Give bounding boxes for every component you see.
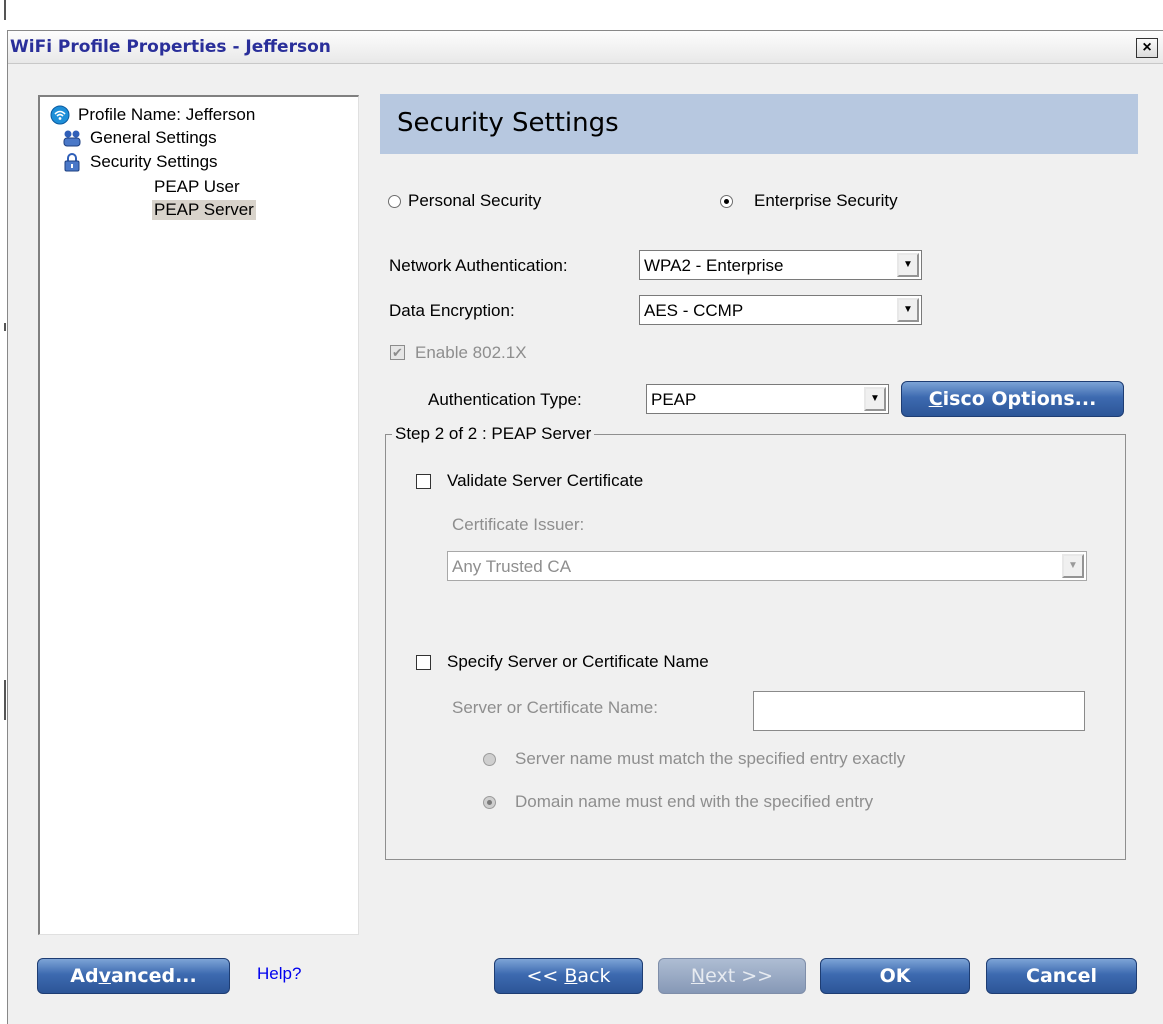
server-name-label: Server or Certificate Name: [452,698,658,717]
cert-issuer-label: Certificate Issuer: [452,515,585,534]
data-encryption-select[interactable]: AES - CCMP ▼ [639,295,922,325]
tree-item-general-settings[interactable]: General Settings [90,128,217,148]
advanced-label-start: Ad [70,965,99,987]
dropdown-arrow-icon[interactable]: ▼ [897,253,919,277]
cisco-options-label: isco Options... [942,388,1097,410]
lock-icon [64,153,80,172]
auth-type-select[interactable]: PEAP ▼ [646,384,889,414]
next-accesskey: N [690,965,706,987]
match-exact-label: Server name must match the specified ent… [515,749,906,768]
edge-mark [4,680,6,720]
dropdown-arrow-icon[interactable]: ▼ [1062,554,1084,578]
section-title: Security Settings [397,108,619,138]
back-label-end: ack [577,965,611,987]
back-accesskey: B [564,965,578,987]
help-link[interactable]: Help? [257,964,301,984]
server-name-input[interactable] [753,691,1085,731]
back-label-start: << [526,965,565,987]
enable-8021x-label: Enable 802.1X [415,343,527,362]
domain-end-radio[interactable] [483,796,496,809]
domain-end-label: Domain name must end with the specified … [515,792,874,811]
network-auth-label: Network Authentication: [389,256,568,275]
close-button[interactable]: × [1136,38,1158,58]
specify-name-label: Specify Server or Certificate Name [447,652,709,671]
validate-cert-label: Validate Server Certificate [447,471,644,490]
wifi-icon [50,105,70,125]
cert-issuer-value: Any Trusted CA [452,557,572,576]
advanced-button[interactable]: Advanced... [37,958,230,994]
personal-security-radio[interactable] [388,195,401,208]
network-auth-value: WPA2 - Enterprise [644,256,784,275]
group-title: Step 2 of 2 : PEAP Server [392,424,595,444]
back-button[interactable]: << Back [494,958,643,994]
cancel-button[interactable]: Cancel [986,958,1137,994]
enterprise-security-radio[interactable] [720,195,733,208]
data-encryption-value: AES - CCMP [644,301,744,320]
ok-button[interactable]: OK [820,958,970,994]
tree-item-peap-user[interactable]: PEAP User [154,177,240,197]
users-icon [63,130,81,147]
network-auth-select[interactable]: WPA2 - Enterprise ▼ [639,250,922,280]
data-encryption-label: Data Encryption: [389,301,515,320]
settings-tree[interactable]: Profile Name: Jefferson General Settings… [38,95,359,935]
window-title: WiFi Profile Properties - Jefferson [10,37,331,57]
match-exact-radio[interactable] [483,753,496,766]
next-button[interactable]: Next >> [658,958,806,994]
dropdown-arrow-icon[interactable]: ▼ [864,387,886,411]
auth-type-value: PEAP [651,390,697,409]
tree-item-profile-name[interactable]: Profile Name: Jefferson [78,105,255,125]
section-header: Security Settings [380,94,1138,154]
cisco-options-button[interactable]: Cisco Options... [901,381,1124,417]
specify-name-checkbox[interactable] [416,655,431,670]
advanced-accesskey: v [98,965,111,987]
cert-issuer-select[interactable]: Any Trusted CA ▼ [447,551,1087,581]
edge-mark [4,323,6,331]
next-label-end: ext >> [705,965,774,987]
dialog-window: WiFi Profile Properties - Jefferson × Pr… [7,30,1163,1024]
edge-mark [4,0,6,20]
enterprise-security-label: Enterprise Security [754,191,898,210]
enable-8021x-checkbox[interactable]: ✔ [390,345,405,360]
cisco-options-accesskey: C [928,388,943,410]
validate-cert-checkbox[interactable] [416,474,431,489]
tree-item-peap-server[interactable]: PEAP Server [152,200,256,220]
auth-type-label: Authentication Type: [428,390,582,409]
title-bar[interactable]: WiFi Profile Properties - Jefferson × [8,31,1163,64]
tree-item-security-settings[interactable]: Security Settings [90,152,218,172]
advanced-label-end: anced... [110,965,197,987]
dropdown-arrow-icon[interactable]: ▼ [897,298,919,322]
personal-security-label: Personal Security [408,191,542,210]
